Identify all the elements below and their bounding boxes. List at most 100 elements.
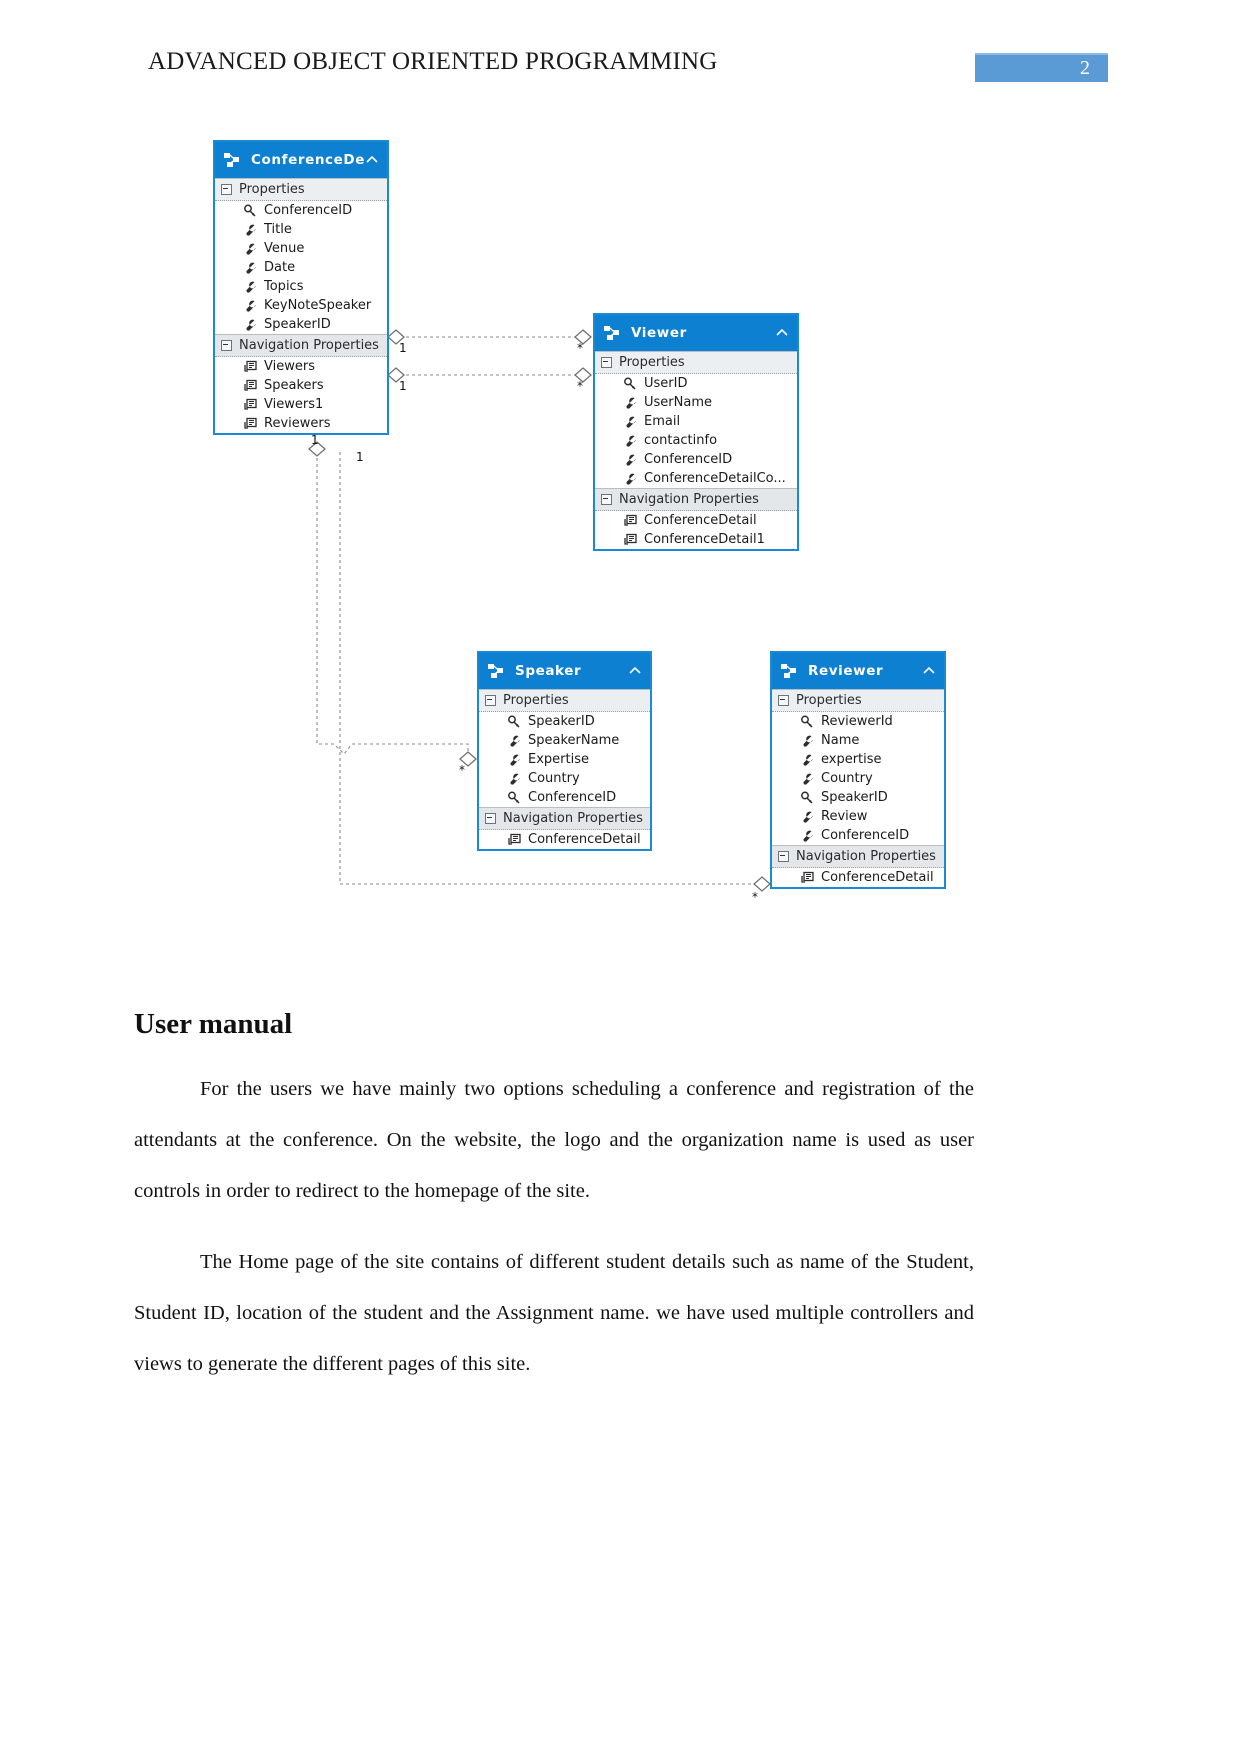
- navigation-property-row[interactable]: ConferenceDetail: [772, 868, 944, 887]
- property-row[interactable]: UserName: [595, 393, 797, 412]
- section-header-properties[interactable]: Properties: [595, 351, 797, 374]
- navigation-property-name: Speakers: [264, 378, 324, 393]
- entity-title-bar[interactable]: Viewer: [595, 315, 797, 351]
- entity-title-bar[interactable]: Speaker: [479, 653, 650, 689]
- section-label: Navigation Properties: [619, 492, 759, 507]
- property-row[interactable]: KeyNoteSpeaker: [215, 296, 387, 315]
- section-label: Properties: [503, 693, 569, 708]
- entity-box-viewer[interactable]: Viewer Properties UserID UserName Email: [593, 313, 799, 551]
- collapse-icon[interactable]: [221, 340, 232, 351]
- entity-type-icon: [604, 326, 619, 340]
- property-name: contactinfo: [644, 433, 718, 448]
- navigation-icon: [244, 379, 257, 391]
- navigation-icon: [244, 398, 257, 410]
- property-row[interactable]: Review: [772, 807, 944, 826]
- property-row[interactable]: UserID: [595, 374, 797, 393]
- property-name: UserID: [644, 376, 688, 391]
- property-row[interactable]: ConferenceID: [595, 450, 797, 469]
- navigation-property-row[interactable]: Reviewers: [215, 414, 387, 433]
- collapse-icon[interactable]: [221, 184, 232, 195]
- entity-title-bar[interactable]: Reviewer: [772, 653, 944, 689]
- property-row[interactable]: Topics: [215, 277, 387, 296]
- navigation-property-row[interactable]: Speakers: [215, 376, 387, 395]
- wrench-icon: [246, 224, 256, 236]
- entity-type-icon: [488, 664, 503, 678]
- navigation-property-row[interactable]: Viewers: [215, 357, 387, 376]
- entity-box-speaker[interactable]: Speaker Properties SpeakerID SpeakerName…: [477, 651, 652, 851]
- chevron-up-icon[interactable]: [628, 664, 642, 678]
- entity-box-reviewer[interactable]: Reviewer Properties ReviewerId Name expe…: [770, 651, 946, 889]
- property-row[interactable]: Name: [772, 731, 944, 750]
- property-row[interactable]: ReviewerId: [772, 712, 944, 731]
- chevron-up-icon[interactable]: [365, 153, 379, 167]
- chevron-up-icon[interactable]: [922, 664, 936, 678]
- wrench-icon: [626, 416, 636, 428]
- collapse-icon[interactable]: [778, 851, 789, 862]
- property-row[interactable]: SpeakerID: [479, 712, 650, 731]
- navigation-property-row[interactable]: Viewers1: [215, 395, 387, 414]
- section-header-navigation-properties[interactable]: Navigation Properties: [595, 488, 797, 511]
- multiplicity-label: 1: [399, 379, 407, 393]
- property-row[interactable]: Venue: [215, 239, 387, 258]
- property-row[interactable]: expertise: [772, 750, 944, 769]
- section-header-properties[interactable]: Properties: [772, 689, 944, 712]
- property-row[interactable]: SpeakerID: [772, 788, 944, 807]
- property-name: expertise: [821, 752, 882, 767]
- navigation-property-name: Viewers1: [264, 397, 324, 412]
- section-label: Navigation Properties: [239, 338, 379, 353]
- wrench-icon: [803, 811, 813, 823]
- diamond-endpoint: [753, 876, 771, 892]
- navigation-icon: [244, 360, 257, 372]
- wrench-icon: [803, 754, 813, 766]
- property-row[interactable]: Date: [215, 258, 387, 277]
- collapse-icon[interactable]: [778, 695, 789, 706]
- multiplicity-label: *: [577, 341, 583, 355]
- collapse-icon[interactable]: [485, 813, 496, 824]
- chevron-up-icon[interactable]: [775, 326, 789, 340]
- property-row[interactable]: Country: [772, 769, 944, 788]
- navigation-properties-list: ConferenceDetail ConferenceDetail1: [595, 511, 797, 549]
- navigation-property-name: ConferenceDetail: [821, 870, 934, 885]
- collapse-icon[interactable]: [601, 357, 612, 368]
- property-name: Title: [264, 222, 292, 237]
- property-row[interactable]: contactinfo: [595, 431, 797, 450]
- navigation-property-name: Reviewers: [264, 416, 331, 431]
- entity-box-conference-detail[interactable]: ConferenceDe... Properties ConferenceID …: [213, 140, 389, 435]
- property-row[interactable]: ConferenceID: [215, 201, 387, 220]
- section-header-navigation-properties[interactable]: Navigation Properties: [479, 807, 650, 830]
- property-name: ConferenceID: [644, 452, 733, 467]
- section-header-navigation-properties[interactable]: Navigation Properties: [215, 334, 387, 357]
- entity-title-bar[interactable]: ConferenceDe...: [215, 142, 387, 178]
- properties-list: ReviewerId Name expertise Country Speake…: [772, 712, 944, 845]
- section-label: Navigation Properties: [503, 811, 643, 826]
- property-row[interactable]: SpeakerName: [479, 731, 650, 750]
- section-header-navigation-properties[interactable]: Navigation Properties: [772, 845, 944, 868]
- section-header-properties[interactable]: Properties: [215, 178, 387, 201]
- navigation-properties-list: Viewers Speakers Viewers1 Reviewers: [215, 357, 387, 433]
- property-name: Review: [821, 809, 868, 824]
- property-row[interactable]: ConferenceID: [772, 826, 944, 845]
- navigation-property-row[interactable]: ConferenceDetail: [479, 830, 650, 849]
- class-diagram: 1 * 1 * 1 * 1 * ConferenceDe... Properti…: [0, 0, 1241, 960]
- property-row[interactable]: Country: [479, 769, 650, 788]
- wrench-icon: [510, 735, 520, 747]
- section-header-properties[interactable]: Properties: [479, 689, 650, 712]
- property-row[interactable]: Email: [595, 412, 797, 431]
- property-name: ConferenceDetailCo...: [644, 471, 786, 486]
- navigation-property-row[interactable]: ConferenceDetail: [595, 511, 797, 530]
- collapse-icon[interactable]: [601, 494, 612, 505]
- property-row[interactable]: Title: [215, 220, 387, 239]
- property-row[interactable]: Expertise: [479, 750, 650, 769]
- property-name: Name: [821, 733, 860, 748]
- navigation-icon: [801, 871, 814, 883]
- collapse-icon[interactable]: [485, 695, 496, 706]
- property-row[interactable]: SpeakerID: [215, 315, 387, 334]
- property-name: ConferenceID: [264, 203, 353, 218]
- property-name: Country: [821, 771, 873, 786]
- wrench-icon: [246, 281, 256, 293]
- section-heading-user-manual: User manual: [134, 1008, 293, 1041]
- property-name: SpeakerID: [528, 714, 595, 729]
- navigation-property-row[interactable]: ConferenceDetail1: [595, 530, 797, 549]
- property-row[interactable]: ConferenceDetailCo...: [595, 469, 797, 488]
- property-row[interactable]: ConferenceID: [479, 788, 650, 807]
